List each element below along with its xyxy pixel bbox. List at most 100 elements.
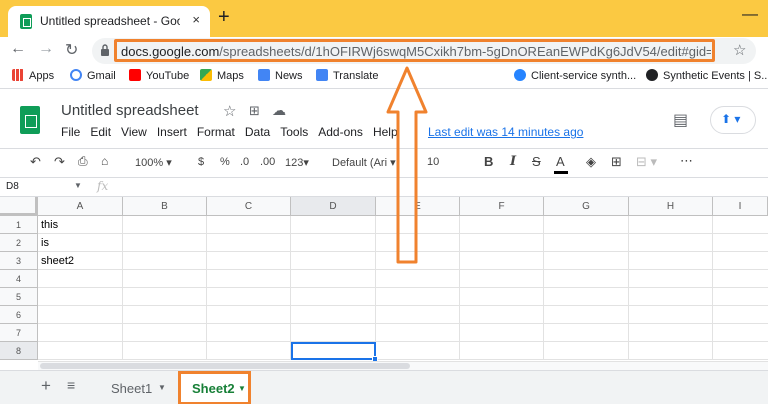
chevron-down-icon[interactable]: ▼ xyxy=(158,383,166,392)
undo-icon[interactable]: ↶ xyxy=(30,154,41,170)
grid-line xyxy=(628,216,629,360)
cell-a3[interactable]: sheet2 xyxy=(41,255,74,267)
column-header-h[interactable]: H xyxy=(629,197,713,216)
formula-bar: D8 ▼ fx xyxy=(0,178,768,197)
menu-insert[interactable]: Insert xyxy=(157,125,187,139)
bookmark-apps[interactable]: Apps xyxy=(12,69,54,82)
bookmark-synthetic-events[interactable]: Synthetic Events | S... xyxy=(646,69,768,82)
borders-icon[interactable]: ⊞ xyxy=(611,154,622,170)
bookmark-star-icon[interactable]: ☆ xyxy=(733,41,746,59)
more-formats-button[interactable]: 123▾ xyxy=(285,156,309,169)
column-header-d[interactable]: D xyxy=(291,197,376,216)
text-color-button[interactable]: A xyxy=(554,154,568,174)
grid-line xyxy=(38,287,768,288)
last-edit-link[interactable]: Last edit was 14 minutes ago xyxy=(428,125,583,139)
font-size-select[interactable]: 10 xyxy=(427,156,439,168)
cell-a1[interactable]: this xyxy=(41,219,58,231)
more-options-icon[interactable]: ⋯ xyxy=(680,153,693,169)
sheet-tab-label: Sheet2 xyxy=(192,381,235,396)
row-header-7[interactable]: 7 xyxy=(0,324,38,342)
sheets-logo-icon[interactable] xyxy=(20,106,40,134)
url-text[interactable]: docs.google.com/spreadsheets/d/1hOFIRWj6… xyxy=(121,44,711,59)
sheet-tab-sheet1[interactable]: Sheet1 ▼ xyxy=(100,373,174,403)
menu-edit[interactable]: Edit xyxy=(90,125,111,139)
sheet-tab-sheet2[interactable]: Sheet2 ▼ xyxy=(178,371,251,404)
cloud-status-icon[interactable]: ☁ xyxy=(272,102,286,119)
bold-button[interactable]: B xyxy=(484,154,493,169)
zoom-select[interactable]: 100% ▾ xyxy=(135,156,172,169)
grid-line xyxy=(38,359,768,360)
bookmark-client-service[interactable]: Client-service synth... xyxy=(514,69,636,82)
browser-toolbar: ← → ↻ docs.google.com/spreadsheets/d/1hO… xyxy=(0,37,768,65)
lock-icon[interactable] xyxy=(100,44,110,57)
paint-format-icon[interactable]: ⌂ xyxy=(101,154,108,168)
grid-line xyxy=(543,216,544,360)
forward-icon[interactable]: → xyxy=(38,40,54,58)
present-button[interactable]: ⬆ ▾ xyxy=(710,106,756,134)
merge-cells-icon[interactable]: ⊟ ▾ xyxy=(636,154,657,170)
menu-file[interactable]: File xyxy=(61,125,80,139)
select-all-corner[interactable] xyxy=(0,197,38,216)
currency-button[interactable]: $ xyxy=(198,156,204,168)
column-header-f[interactable]: F xyxy=(460,197,544,216)
scrollbar-thumb[interactable] xyxy=(40,363,410,369)
add-sheet-button[interactable]: + xyxy=(41,376,51,396)
selected-cell-d8[interactable] xyxy=(291,342,378,362)
strikethrough-button[interactable]: S xyxy=(532,154,541,169)
italic-button[interactable]: I xyxy=(510,154,516,169)
spreadsheet-grid[interactable]: A B C D E F G H I 1 2 3 4 5 6 7 8 this i… xyxy=(0,197,768,362)
increase-decimal-button[interactable]: .00 xyxy=(260,156,275,168)
present-icon: ⬆ ▾ xyxy=(721,112,741,126)
horizontal-scrollbar[interactable] xyxy=(38,361,768,370)
chevron-down-icon[interactable]: ▼ xyxy=(238,384,246,393)
menu-tools[interactable]: Tools xyxy=(280,125,308,139)
grid-line xyxy=(122,216,123,360)
bookmark-youtube[interactable]: YouTube xyxy=(129,69,189,82)
bookmark-maps[interactable]: Maps xyxy=(200,69,244,82)
column-header-b[interactable]: B xyxy=(123,197,207,216)
fill-color-icon[interactable]: ◈ xyxy=(586,154,596,170)
row-header-2[interactable]: 2 xyxy=(0,234,38,252)
column-header-i[interactable]: I xyxy=(713,197,768,216)
bookmark-news[interactable]: News xyxy=(258,69,303,82)
ant-icon xyxy=(646,69,658,81)
menu-addons[interactable]: Add-ons xyxy=(318,125,363,139)
new-tab-button[interactable]: + xyxy=(218,6,230,29)
name-box-caret-icon[interactable]: ▼ xyxy=(74,181,82,190)
google-icon xyxy=(70,69,82,81)
browser-tab[interactable]: Untitled spreadsheet - Google S × xyxy=(8,6,210,37)
percent-button[interactable]: % xyxy=(220,156,230,168)
reload-icon[interactable]: ↻ xyxy=(65,40,78,60)
cell-a2[interactable]: is xyxy=(41,237,49,249)
row-header-8[interactable]: 8 xyxy=(0,342,38,360)
column-header-g[interactable]: G xyxy=(544,197,629,216)
youtube-icon xyxy=(129,69,141,81)
all-sheets-menu-icon[interactable]: ≡ xyxy=(67,377,75,393)
menu-format[interactable]: Format xyxy=(197,125,235,139)
comment-history-icon[interactable]: ▤ xyxy=(673,110,688,130)
tab-close-icon[interactable]: × xyxy=(192,12,200,27)
document-title[interactable]: Untitled spreadsheet xyxy=(61,102,199,119)
row-header-4[interactable]: 4 xyxy=(0,270,38,288)
browser-tab-strip: Untitled spreadsheet - Google S × + — xyxy=(0,0,768,37)
print-icon[interactable]: ⎙ xyxy=(78,154,88,169)
row-header-3[interactable]: 3 xyxy=(0,252,38,270)
move-folder-icon[interactable]: ⊞ xyxy=(249,103,260,119)
menu-data[interactable]: Data xyxy=(245,125,270,139)
star-icon[interactable]: ☆ xyxy=(223,102,236,120)
bookmark-translate[interactable]: Translate xyxy=(316,69,378,82)
row-header-6[interactable]: 6 xyxy=(0,306,38,324)
name-box[interactable]: D8 xyxy=(6,181,19,192)
decrease-decimal-button[interactable]: .0 xyxy=(240,156,249,168)
column-header-c[interactable]: C xyxy=(207,197,291,216)
column-header-a[interactable]: A xyxy=(38,197,123,216)
row-header-1[interactable]: 1 xyxy=(0,216,38,234)
bookmark-gmail[interactable]: Gmail xyxy=(70,69,116,82)
row-header-5[interactable]: 5 xyxy=(0,288,38,306)
menu-view[interactable]: View xyxy=(121,125,147,139)
minimize-window-icon[interactable]: — xyxy=(742,6,758,24)
redo-icon[interactable]: ↷ xyxy=(54,154,65,170)
apps-grid-icon xyxy=(12,69,24,81)
url-highlight-box[interactable]: docs.google.com/spreadsheets/d/1hOFIRWj6… xyxy=(114,39,715,62)
back-icon[interactable]: ← xyxy=(10,40,26,58)
